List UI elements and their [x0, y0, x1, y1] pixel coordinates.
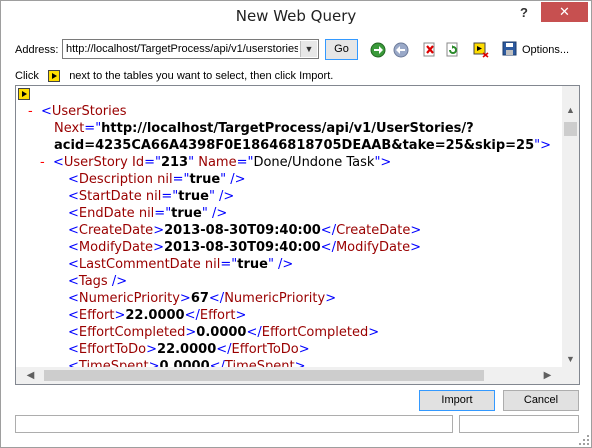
xml-line-tags: <Tags /> — [68, 274, 128, 289]
table-select-arrow-icon — [48, 70, 61, 83]
vertical-scrollbar[interactable]: ▲ ▼ — [562, 86, 579, 368]
title-bar: New Web Query ? ✕ — [1, 1, 591, 31]
help-button[interactable]: ? — [516, 5, 532, 23]
select-page-arrow-icon[interactable] — [18, 88, 30, 100]
close-button[interactable]: ✕ — [541, 2, 588, 22]
xml-line-next: Next="http://localhost/TargetProcess/api… — [54, 121, 474, 136]
xml-line-modifydate: <ModifyDate>2013-08-30T09:40:00</ModifyD… — [68, 240, 422, 255]
forward-icon[interactable] — [370, 42, 386, 58]
show-icons-icon[interactable] — [473, 42, 489, 58]
go-button[interactable]: Go — [325, 39, 358, 60]
xml-line-userstories: - <UserStories — [28, 104, 127, 119]
horizontal-scrollbar[interactable]: ◀ ▶ — [16, 367, 562, 384]
scroll-left-arrow-icon[interactable]: ◀ — [22, 367, 39, 384]
scroll-down-arrow-icon[interactable]: ▼ — [562, 351, 579, 368]
scroll-corner — [562, 367, 579, 384]
refresh-icon[interactable] — [445, 42, 461, 58]
xml-line-effort: <Effort>22.0000</Effort> — [68, 308, 247, 323]
xml-line-efforttodo: <EffortToDo>22.0000</EffortToDo> — [68, 342, 310, 357]
scroll-up-arrow-icon[interactable]: ▲ — [562, 102, 579, 119]
stop-icon[interactable] — [422, 42, 438, 58]
web-page-viewer[interactable]: - <UserStories Next="http://localhost/Ta… — [15, 85, 580, 385]
xml-line-lastcommentdate: <LastCommentDate nil="true" /> — [68, 257, 294, 272]
status-bar-main — [15, 415, 453, 433]
address-dropdown-button[interactable]: ▼ — [300, 41, 317, 57]
address-label: Address: — [15, 44, 59, 56]
xml-line-effortcompleted: <EffortCompleted>0.0000</EffortCompleted… — [68, 325, 380, 340]
xml-line-userstory: - <UserStory Id="213" Name="Done/Undone … — [40, 155, 392, 170]
scroll-right-arrow-icon[interactable]: ▶ — [539, 367, 556, 384]
address-field[interactable]: http://localhost/TargetProcess/api/v1/us… — [62, 39, 319, 59]
resize-grip-icon[interactable] — [579, 435, 589, 445]
save-query-icon[interactable] — [502, 41, 518, 57]
vertical-scroll-thumb[interactable] — [564, 122, 577, 136]
xml-content: - <UserStories Next="http://localhost/Ta… — [16, 102, 561, 368]
status-bar-progress — [459, 415, 579, 433]
cancel-button[interactable]: Cancel — [503, 390, 579, 411]
xml-line-description: <Description nil="true" /> — [68, 172, 246, 187]
dialog-title: New Web Query — [235, 7, 357, 25]
instruction-rest: next to the tables you want to select, t… — [69, 70, 334, 82]
xml-line-next-cont: acid=4235CA66A4398F0E18646818705DEAAB&ta… — [54, 138, 552, 153]
address-input[interactable]: http://localhost/TargetProcess/api/v1/us… — [66, 43, 298, 55]
xml-line-numericpriority: <NumericPriority>67</NumericPriority> — [68, 291, 337, 306]
xml-line-startdate: <StartDate nil="true" /> — [68, 189, 235, 204]
xml-line-createdate: <CreateDate>2013-08-30T09:40:00</CreateD… — [68, 223, 422, 238]
xml-line-enddate: <EndDate nil="true" /> — [68, 206, 228, 221]
back-icon[interactable] — [393, 42, 409, 58]
web-query-dialog: New Web Query ? ✕ Address: http://localh… — [0, 0, 592, 448]
instruction-text: Click next to the tables you want to sel… — [15, 70, 334, 83]
import-button[interactable]: Import — [419, 390, 495, 411]
instruction-click: Click — [15, 70, 39, 82]
xml-root-tag: UserStories — [51, 104, 127, 119]
horizontal-scroll-thumb[interactable] — [44, 370, 484, 381]
options-button[interactable]: Options... — [522, 44, 569, 56]
